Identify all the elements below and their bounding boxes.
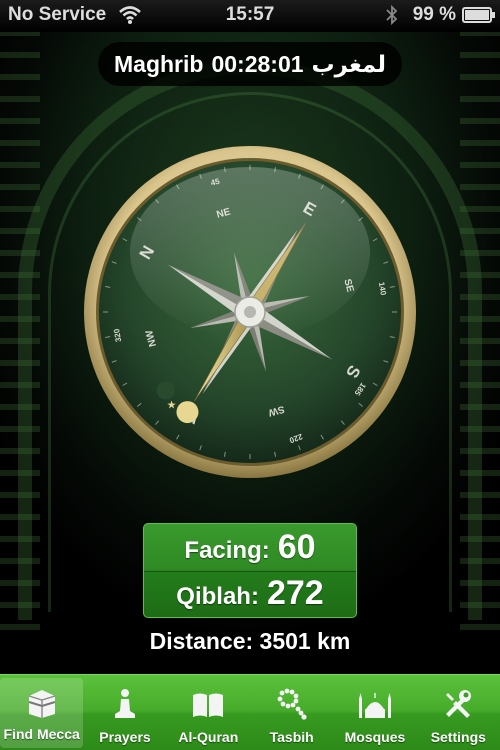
status-bar: No Service 15:57 99 %: [0, 0, 500, 32]
tab-label: Tasbih: [269, 729, 314, 745]
crescent-mask: [156, 381, 175, 400]
app-screen: No Service 15:57 99 % Maghrib 00:28:01 ل…: [0, 0, 500, 750]
kaaba-icon: [28, 690, 55, 718]
prayer-countdown: 00:28:01: [211, 50, 304, 77]
qiblah-label: Qiblah:: [176, 583, 259, 610]
tools-icon: [446, 690, 472, 718]
book-icon: [193, 693, 224, 717]
facing-value: 60: [277, 528, 316, 566]
tab-label: Mosques: [344, 729, 406, 745]
readout-divider: [144, 571, 356, 572]
qibla-compass: NESWNESESWNW45140185220320 ★: [84, 146, 416, 478]
tab-label: Settings: [430, 729, 486, 745]
tab-al-quran[interactable]: Al-Quran: [167, 675, 250, 750]
prayer-name: Maghrib: [114, 50, 204, 77]
prayer-arabic-name: لمغرب: [311, 50, 386, 77]
qiblah-value: 272: [266, 574, 324, 612]
tab-label: Prayers: [99, 729, 151, 745]
mosque-icon: [358, 693, 391, 718]
tab-settings[interactable]: Settings: [417, 675, 500, 750]
decorative-pattern-right: [460, 30, 500, 630]
facing-label: Facing:: [184, 537, 270, 564]
tab-label: Al-Quran: [178, 729, 239, 745]
qiblah-row: Qiblah: 272: [144, 574, 356, 613]
compass-gloss: [130, 167, 370, 337]
decorative-pattern-left: [0, 30, 40, 630]
tab-prayers[interactable]: Prayers: [83, 675, 166, 750]
crescent-icon: [176, 401, 199, 424]
direction-readout: Facing: 60 Qiblah: 272: [143, 523, 357, 618]
battery-icon: [462, 7, 495, 23]
tab-find-mecca[interactable]: Find Mecca: [0, 678, 84, 748]
prayer-person-icon: [114, 689, 135, 718]
bluetooth-icon: [386, 4, 397, 26]
prayer-beads-icon: [277, 688, 307, 720]
tab-bar: Find Mecca Prayers Al-Quran Tasbih Mosqu…: [0, 674, 500, 750]
tab-tasbih[interactable]: Tasbih: [250, 675, 333, 750]
status-right: 99 %: [385, 4, 495, 26]
tab-label: Find Mecca: [3, 726, 80, 742]
facing-row: Facing: 60: [144, 528, 356, 567]
tab-mosques[interactable]: Mosques: [333, 675, 416, 750]
star-icon: ★: [167, 398, 177, 411]
next-prayer-countdown: Maghrib 00:28:01 لمغرب: [98, 42, 402, 86]
battery-percent: 99 %: [412, 4, 456, 25]
distance-to-mecca: Distance: 3501 km: [149, 628, 351, 654]
